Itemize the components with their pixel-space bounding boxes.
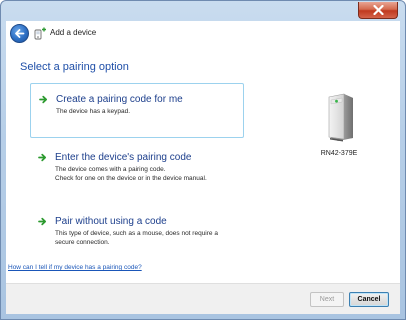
wizard-header: Add a device — [6, 21, 400, 46]
option-title: Enter the device's pairing code — [55, 152, 192, 163]
green-arrow-icon — [38, 217, 47, 226]
cancel-button[interactable]: Cancel — [349, 292, 389, 307]
option-pair-without-code[interactable]: Pair without using a code This type of d… — [30, 206, 244, 253]
next-button[interactable]: Next — [310, 292, 344, 307]
option-title: Pair without using a code — [55, 216, 167, 227]
option-description: The device comes with a pairing code. Ch… — [55, 166, 207, 182]
back-arrow-icon — [15, 29, 25, 38]
pairing-code-help-link[interactable]: How can I tell if my device has a pairin… — [8, 264, 142, 271]
option-enter-device-code[interactable]: Enter the device's pairing code The devi… — [30, 142, 244, 189]
close-button[interactable] — [358, 2, 398, 19]
green-arrow-icon — [38, 153, 47, 162]
add-device-icon — [34, 27, 46, 40]
option-description: This type of device, such as a mouse, do… — [55, 230, 218, 246]
close-icon — [373, 5, 384, 15]
pc-tower-icon — [328, 93, 353, 142]
page-heading: Select a pairing option — [20, 61, 129, 73]
add-device-window: Add a device Select a pairing option Cre… — [0, 0, 406, 320]
device-name: RN42-379E — [320, 150, 358, 157]
option-title: Create a pairing code for me — [56, 94, 183, 105]
back-button[interactable] — [10, 24, 29, 43]
wizard-footer: Next Cancel — [6, 283, 400, 314]
window-title: Add a device — [50, 28, 97, 37]
option-create-pairing-code[interactable]: Create a pairing code for me The device … — [30, 83, 244, 138]
green-arrow-icon — [39, 95, 48, 104]
option-description: The device has a keypad. — [56, 108, 131, 115]
wizard-content: Select a pairing option Create a pairing… — [6, 46, 400, 283]
